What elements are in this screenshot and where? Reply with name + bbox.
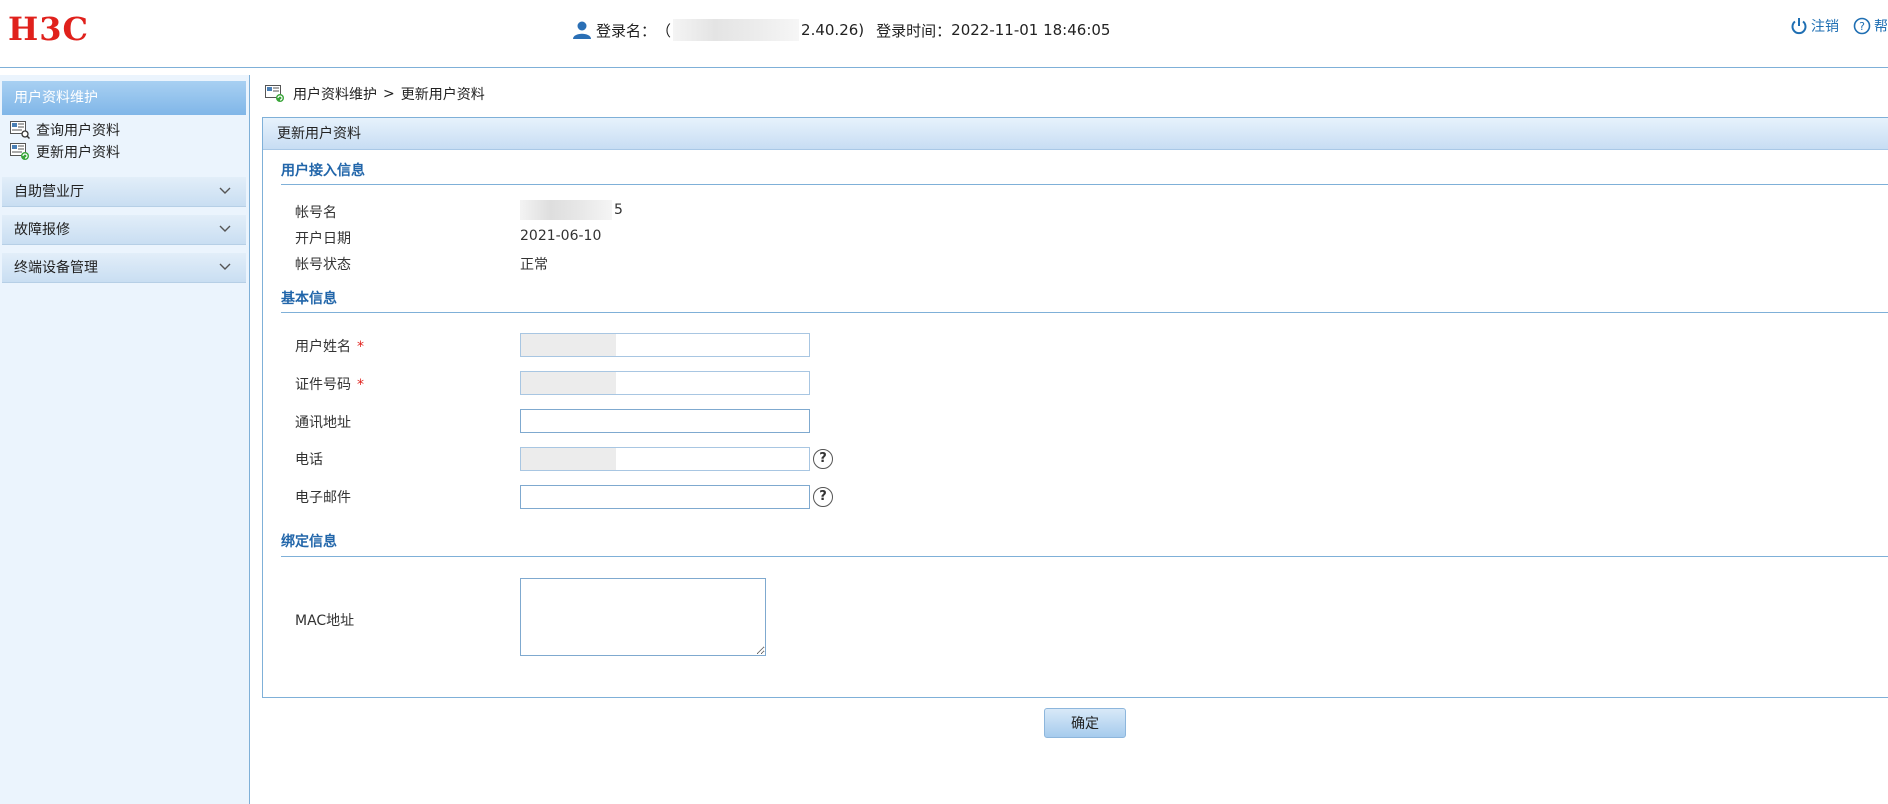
refresh-doc-icon xyxy=(265,85,284,102)
sidebar-group-label: 终端设备管理 xyxy=(14,260,98,276)
sidebar-item-query-user[interactable]: 查询用户资料 xyxy=(10,119,120,141)
login-name-label: 登录名： xyxy=(596,21,657,40)
status-value: 正常 xyxy=(520,257,548,273)
chevron-down-icon xyxy=(219,225,231,232)
sidebar-group-label: 故障报修 xyxy=(14,222,70,238)
panel-title: 更新用户资料 xyxy=(263,118,1888,150)
sidebar-group-self-service[interactable]: 自助营业厅 xyxy=(2,177,246,207)
user-icon xyxy=(573,21,591,39)
email-label: 电子邮件 xyxy=(295,490,351,506)
address-input[interactable] xyxy=(520,409,810,433)
login-name-redacted xyxy=(673,19,800,41)
update-user-panel: 更新用户资料 用户接入信息 帐号名 5 开户日期 2021-06-10 帐号状态… xyxy=(262,117,1888,698)
logout-label: 注销 xyxy=(1811,19,1839,35)
h3c-logo: H3C xyxy=(8,10,89,48)
section-access-info: 用户接入信息 xyxy=(281,163,365,179)
phone-label: 电话 xyxy=(295,452,323,468)
sidebar-item-label: 更新用户资料 xyxy=(36,145,120,161)
breadcrumb-separator: > xyxy=(383,86,395,102)
sidebar-group-fault-report[interactable]: 故障报修 xyxy=(2,215,246,245)
mac-label: MAC地址 xyxy=(295,613,355,629)
section-divider xyxy=(281,184,1888,185)
account-redacted xyxy=(520,200,612,220)
sidebar-title[interactable]: 用户资料维护 xyxy=(2,81,246,115)
sidebar: 用户资料维护 查询用户资料 更新用户资料 自助营业厅 故障报修 终端设备管理 xyxy=(0,75,250,804)
name-input[interactable] xyxy=(520,333,810,357)
sidebar-group-terminal-devices[interactable]: 终端设备管理 xyxy=(2,253,246,283)
refresh-doc-icon xyxy=(10,143,29,160)
section-divider xyxy=(281,312,1888,313)
help-circle-icon: ? xyxy=(1853,17,1871,35)
account-label: 帐号名 xyxy=(295,205,337,221)
required-mark: * xyxy=(357,377,364,393)
svg-text:?: ? xyxy=(1859,20,1865,33)
email-input[interactable] xyxy=(520,485,810,509)
login-time-label: 登录时间： xyxy=(876,21,952,40)
section-basic-info: 基本信息 xyxy=(281,291,337,307)
header-actions: 注销 ? 帮 xyxy=(1776,16,1888,36)
section-binding-info: 绑定信息 xyxy=(281,534,337,550)
header: H3C 登录名： （ 2.40.26) 登录时间： 2022-11-01 18:… xyxy=(0,0,1888,68)
chevron-down-icon xyxy=(219,263,231,270)
sidebar-item-label: 查询用户资料 xyxy=(36,123,120,139)
address-label: 通讯地址 xyxy=(295,415,351,431)
login-time-value: 2022-11-01 18:46:05 xyxy=(951,21,1111,39)
sidebar-item-update-user[interactable]: 更新用户资料 xyxy=(10,141,120,163)
open-date-label: 开户日期 xyxy=(295,231,351,247)
account-value: 5 xyxy=(520,200,623,220)
breadcrumb-current: 更新用户资料 xyxy=(400,87,485,103)
id-label: 证件号码 * xyxy=(295,377,364,393)
phone-input[interactable] xyxy=(520,447,810,471)
confirm-button[interactable]: 确定 xyxy=(1044,708,1126,738)
search-doc-icon xyxy=(10,121,30,139)
power-icon xyxy=(1791,18,1807,35)
open-date-value: 2021-06-10 xyxy=(520,228,602,244)
id-number-input[interactable] xyxy=(520,371,810,395)
logout-button[interactable]: 注销 xyxy=(1790,16,1839,36)
sidebar-group-label: 自助营业厅 xyxy=(14,184,84,200)
breadcrumb: 用户资料维护 > 更新用户资料 xyxy=(265,84,485,104)
phone-help-icon[interactable]: ? xyxy=(813,449,833,469)
login-name-prefix: （ xyxy=(656,21,672,40)
mac-textarea[interactable] xyxy=(520,578,766,656)
help-label: 帮 xyxy=(1874,19,1888,35)
login-name-suffix: 2.40.26) xyxy=(801,21,865,39)
status-label: 帐号状态 xyxy=(295,257,351,273)
help-link[interactable]: ? 帮 xyxy=(1853,16,1888,36)
login-info: 登录名： （ 2.40.26) 登录时间： 2022-11-01 18:46:0… xyxy=(572,18,1110,42)
breadcrumb-parent[interactable]: 用户资料维护 xyxy=(293,84,377,104)
section-divider xyxy=(281,556,1888,557)
required-mark: * xyxy=(357,339,364,355)
email-help-icon[interactable]: ? xyxy=(813,487,833,507)
chevron-down-icon xyxy=(219,187,231,194)
name-label: 用户姓名 * xyxy=(295,339,364,355)
